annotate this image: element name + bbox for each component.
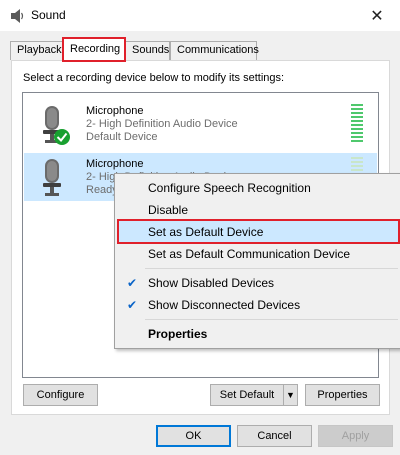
title-bar: Sound ✕ (0, 0, 400, 31)
dropdown-arrow-icon: ▼ (286, 390, 295, 400)
menu-item-properties[interactable]: Properties (117, 323, 398, 345)
configure-button[interactable]: Configure (23, 384, 98, 406)
apply-button[interactable]: Apply (318, 425, 393, 447)
tab-label: Recording (70, 43, 121, 55)
menu-separator (145, 268, 398, 269)
microphone-icon (43, 106, 70, 145)
close-button[interactable]: ✕ (354, 0, 400, 31)
tab-label: Communications (177, 44, 259, 56)
tab-sounds[interactable]: Sounds (125, 41, 170, 60)
context-menu: Configure Speech Recognition Disable Set… (114, 173, 400, 349)
window-title: Sound (31, 8, 66, 22)
set-default-dropdown[interactable]: ▼ (283, 385, 297, 405)
device-driver: 2- High Definition Audio Device (86, 118, 238, 130)
speaker-icon (11, 9, 24, 23)
device-row-default[interactable]: Microphone 2- High Definition Audio Devi… (24, 100, 377, 148)
set-default-button[interactable]: Set Default ▼ (210, 384, 298, 406)
cancel-button[interactable]: Cancel (237, 425, 312, 447)
tab-label: Sounds (132, 44, 170, 56)
menu-item-show-disabled[interactable]: ✔ Show Disabled Devices (117, 272, 398, 294)
device-name: Microphone (86, 105, 144, 117)
ok-button[interactable]: OK (156, 425, 231, 447)
menu-item-set-default-device[interactable]: Set as Default Device (117, 221, 398, 243)
menu-item-show-disconnected[interactable]: ✔ Show Disconnected Devices (117, 294, 398, 316)
level-meter (351, 104, 363, 144)
menu-item-set-default-communication[interactable]: Set as Default Communication Device (117, 243, 398, 265)
tab-playback[interactable]: Playback (10, 41, 63, 60)
tab-label: Playback (17, 44, 62, 56)
menu-item-disable[interactable]: Disable (117, 199, 398, 221)
device-status: Default Device (86, 131, 158, 143)
properties-button[interactable]: Properties (305, 384, 380, 406)
device-name: Microphone (86, 158, 144, 170)
tab-communications[interactable]: Communications (170, 41, 259, 60)
close-icon: ✕ (370, 7, 384, 25)
menu-separator (145, 319, 398, 320)
instruction-text: Select a recording device below to modif… (23, 72, 285, 84)
menu-item-configure-speech[interactable]: Configure Speech Recognition (117, 177, 398, 199)
checkmark-icon: ✔ (126, 276, 138, 290)
microphone-icon (43, 159, 61, 196)
tab-recording[interactable]: Recording (63, 38, 125, 61)
checkmark-icon: ✔ (126, 298, 138, 312)
